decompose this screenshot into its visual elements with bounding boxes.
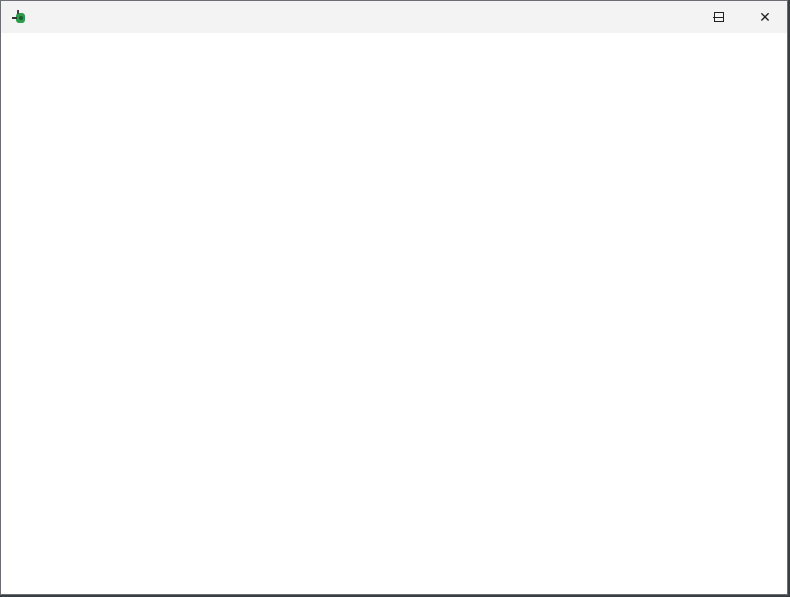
- maximize-icon: [714, 12, 724, 22]
- power-options-window: ✕: [0, 0, 788, 595]
- power-options-icon: [12, 10, 25, 23]
- title-bar: ✕: [1, 1, 787, 33]
- close-button[interactable]: ✕: [742, 1, 788, 33]
- maximize-button[interactable]: [696, 1, 742, 33]
- close-icon: ✕: [759, 8, 771, 25]
